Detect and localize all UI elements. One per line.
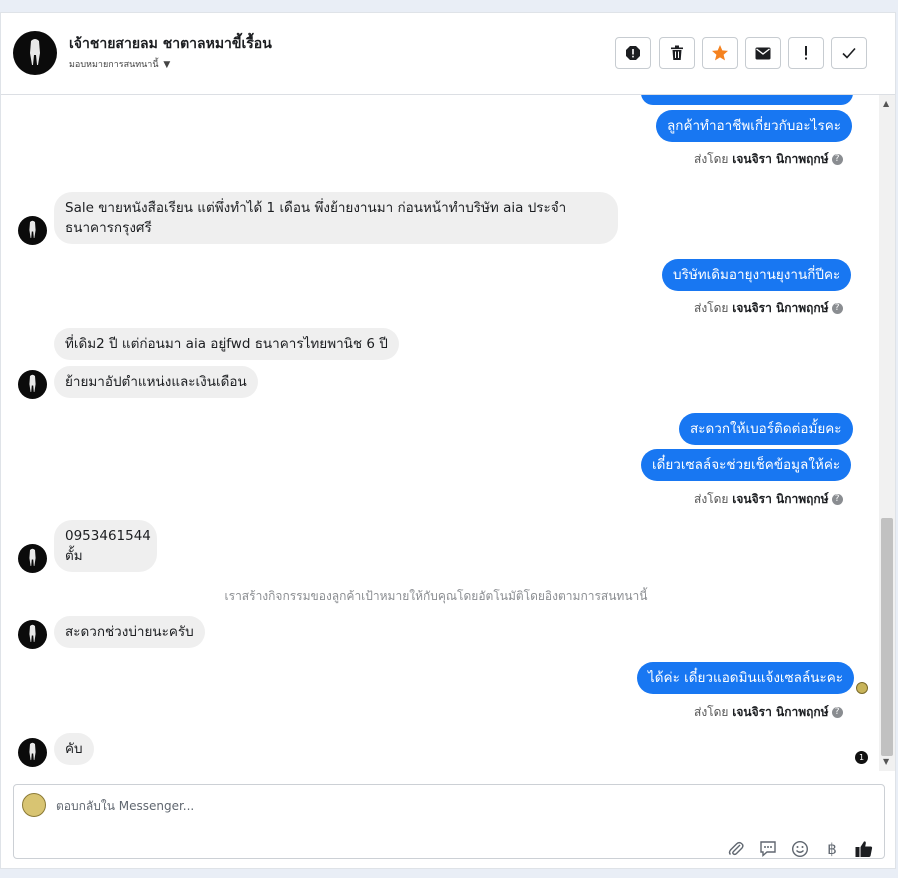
avatar-figure-icon (29, 624, 36, 642)
contact-avatar-small[interactable] (18, 216, 47, 245)
contact-avatar[interactable] (13, 31, 57, 75)
attachment-button[interactable] (726, 839, 746, 859)
message-bubble-incoming: Sale ขายหนังสือเรียน แต่พึ่งทำได้ 1 เดือ… (54, 192, 618, 244)
contact-avatar-small[interactable] (18, 620, 47, 649)
system-notice: เราสร้างกิจกรรมของลูกค้าเป้าหมายให้กับคุ… (224, 589, 648, 603)
emoji-icon (791, 840, 809, 858)
message-bubble-outgoing: บริษัทเดิมอายุงานยุงานกี่ปีคะ (662, 259, 852, 291)
spam-icon (626, 46, 640, 60)
caret-down-icon: ▼ (163, 60, 171, 70)
sent-by-name[interactable]: เจนจิรา นิกาพฤกษ์ (732, 492, 828, 506)
trash-icon (671, 45, 683, 60)
avatar-figure-icon (29, 220, 36, 238)
scrollbar[interactable]: ▲ ▼ (879, 95, 895, 771)
like-icon (855, 841, 873, 857)
check-icon (842, 47, 856, 59)
assign-label: มอบหมายการสนทนานี้ (69, 60, 159, 70)
follow-up-button[interactable] (788, 37, 824, 69)
sent-by-label: ส่งโดย เจนจิรา นิกาพฤกษ์? (694, 703, 843, 722)
scroll-down-icon[interactable]: ▼ (883, 757, 889, 766)
sent-by-prefix: ส่งโดย (694, 705, 729, 719)
scrollbar-thumb[interactable] (881, 518, 893, 756)
sent-by-prefix: ส่งโดย (694, 492, 729, 506)
contact-avatar-small[interactable] (18, 370, 47, 399)
attachment-icon (728, 841, 744, 856)
message-bubble-outgoing: ได้ค่ะ เดี๋ยวแอดมินแจ้งเซลล์นะคะ (637, 662, 854, 694)
message-line: ตั้ม (65, 548, 83, 564)
reply-input[interactable] (56, 795, 556, 817)
message-bubble-incoming: ย้ายมาอัปตำแหน่งและเงินเดือน (54, 366, 258, 398)
mark-done-button[interactable] (831, 37, 867, 69)
avatar-figure-icon (30, 39, 40, 65)
reply-box: ฿ (13, 784, 885, 859)
delete-button[interactable] (659, 37, 695, 69)
sent-by-name[interactable]: เจนจิรา นิกาพฤกษ์ (732, 301, 828, 315)
conversation-panel: เจ้าชายสายลม ชาตาลหมาขี้เรื้อน มอบหมายกา… (0, 12, 896, 869)
message-line: 0953461544 (65, 528, 151, 544)
sent-by-label: ส่งโดย เจนจิรา นิกาพฤกษ์? (694, 150, 843, 169)
conversation-header: เจ้าชายสายลม ชาตาลหมาขี้เรื้อน มอบหมายกา… (1, 13, 895, 95)
message-bubble-incoming: 0953461544 ตั้ม (54, 520, 157, 572)
saved-reply-button[interactable] (758, 839, 778, 859)
seen-avatar (856, 682, 868, 694)
contact-avatar-small[interactable] (18, 544, 47, 573)
message-bubble-incoming: คับ (54, 733, 94, 765)
mark-unread-button[interactable] (745, 37, 781, 69)
message-thread[interactable]: ลูกค้าทำอาชีพเกี่ยวกับอะไรคะ ส่งโดย เจนจ… (1, 95, 895, 771)
help-icon[interactable]: ? (831, 154, 843, 165)
exclamation-icon (805, 46, 807, 60)
help-icon[interactable]: ? (831, 707, 843, 718)
sent-by-name[interactable]: เจนจิรา นิกาพฤกษ์ (732, 152, 828, 166)
message-bubble-incoming: สะดวกช่วงบ่ายนะครับ (54, 616, 205, 648)
help-icon[interactable]: ? (831, 303, 843, 314)
message-bubble-outgoing: สะดวกให้เบอร์ติดต่อมั้ยคะ (679, 413, 853, 445)
sent-by-prefix: ส่งโดย (694, 152, 729, 166)
like-button[interactable] (854, 839, 874, 859)
page-avatar (22, 793, 46, 817)
emoji-button[interactable] (790, 839, 810, 859)
unread-count-badge: 1 (855, 751, 868, 764)
payment-button[interactable]: ฿ (822, 839, 842, 859)
message-bubble-outgoing: เดี๋ยวเซลล์จะช่วยเช็คข้อมูลให้ค่ะ (641, 449, 852, 481)
sent-by-name[interactable]: เจนจิรา นิกาพฤกษ์ (732, 705, 828, 719)
message-bubble-incoming: ที่เดิม2 ปี แต่ก่อนมา aia อยู่fwd ธนาคาร… (54, 328, 399, 360)
envelope-icon (755, 47, 771, 59)
avatar-figure-icon (29, 374, 36, 392)
message-line: Sale ขายหนังสือเรียน แต่พึ่งทำได้ 1 เดือ… (65, 200, 567, 216)
scroll-up-icon[interactable]: ▲ (883, 99, 889, 108)
sent-by-label: ส่งโดย เจนจิรา นิกาพฤกษ์? (694, 299, 843, 318)
assign-conversation-dropdown[interactable]: มอบหมายการสนทนานี้ ▼ (69, 57, 170, 71)
contact-avatar-small[interactable] (18, 738, 47, 767)
baht-icon: ฿ (827, 840, 837, 858)
saved-reply-icon (760, 841, 776, 858)
help-icon[interactable]: ? (831, 494, 843, 505)
avatar-figure-icon (29, 742, 36, 760)
contact-name[interactable]: เจ้าชายสายลม ชาตาลหมาขี้เรื้อน (69, 33, 272, 55)
star-icon (712, 45, 728, 61)
message-bubble-outgoing-cropped (641, 95, 853, 105)
avatar-figure-icon (29, 548, 36, 566)
spam-button[interactable] (615, 37, 651, 69)
message-line: ธนาคารกรุงศรี (65, 220, 152, 236)
sent-by-prefix: ส่งโดย (694, 301, 729, 315)
sent-by-label: ส่งโดย เจนจิรา นิกาพฤกษ์? (694, 490, 843, 509)
star-button[interactable] (702, 37, 738, 69)
message-bubble-outgoing: ลูกค้าทำอาชีพเกี่ยวกับอะไรคะ (656, 110, 852, 142)
